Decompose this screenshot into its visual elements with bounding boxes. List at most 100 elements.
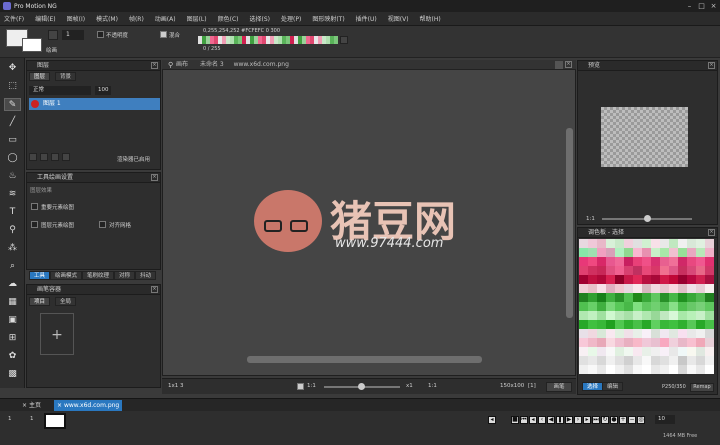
stop-icon[interactable]: ■ [511, 416, 519, 424]
palette-color-cell[interactable] [642, 338, 651, 347]
palette-color-cell[interactable] [696, 275, 705, 284]
palette-color-cell[interactable] [660, 275, 669, 284]
next-key-icon[interactable]: ▸ [583, 416, 591, 424]
palette-color-cell[interactable] [597, 266, 606, 275]
palette-color-cell[interactable] [660, 266, 669, 275]
palette-color-cell[interactable] [660, 248, 669, 257]
palette-color-cell[interactable] [579, 293, 588, 302]
palette-color-cell[interactable] [597, 347, 606, 356]
palette-color-cell[interactable] [615, 293, 624, 302]
palette-color-cell[interactable] [660, 239, 669, 248]
palette-color-cell[interactable] [588, 365, 597, 374]
palette-color-cell[interactable] [651, 293, 660, 302]
palette-color-cell[interactable] [687, 365, 696, 374]
palette-color-cell[interactable] [606, 257, 615, 266]
palette-color-cell[interactable] [660, 257, 669, 266]
palette-color-cell[interactable] [615, 338, 624, 347]
palette-color-cell[interactable] [579, 266, 588, 275]
move-tool-icon[interactable]: ✥ [4, 62, 21, 75]
palette-color-cell[interactable] [642, 302, 651, 311]
palette-color-cell[interactable] [642, 311, 651, 320]
palette-color-cell[interactable] [651, 302, 660, 311]
palette-color-cell[interactable] [669, 302, 678, 311]
palette-color-cell[interactable] [696, 356, 705, 365]
palette-color-cell[interactable] [606, 329, 615, 338]
palette-color-cell[interactable] [633, 239, 642, 248]
select-tool-icon[interactable]: ⬚ [4, 80, 21, 93]
palette-color-cell[interactable] [606, 284, 615, 293]
palette-color-cell[interactable] [579, 248, 588, 257]
palette-color-cell[interactable] [633, 365, 642, 374]
palette-color-cell[interactable] [579, 338, 588, 347]
palette-color-cell[interactable] [651, 239, 660, 248]
palette-color-cell[interactable] [633, 347, 642, 356]
palette-color-cell[interactable] [597, 275, 606, 284]
palette-color-cell[interactable] [597, 293, 606, 302]
palette-color-cell[interactable] [669, 320, 678, 329]
tab-background[interactable]: 背景 [55, 72, 77, 81]
palette-color-cell[interactable] [678, 284, 687, 293]
smudge-tool-icon[interactable]: ☁ [4, 278, 21, 291]
menu-view[interactable]: 视图(V) [388, 14, 409, 23]
palette-color-cell[interactable] [606, 347, 615, 356]
palette-color-cell[interactable] [624, 329, 633, 338]
palette-color-cell[interactable] [615, 347, 624, 356]
palette-color-cell[interactable] [678, 320, 687, 329]
palette-color-cell[interactable] [615, 320, 624, 329]
palette-color-cell[interactable] [588, 320, 597, 329]
palette-color-cell[interactable] [642, 365, 651, 374]
palette-color-cell[interactable] [705, 329, 714, 338]
palette-color-cell[interactable] [597, 320, 606, 329]
palette-color-cell[interactable] [660, 356, 669, 365]
palette-color-cell[interactable] [624, 365, 633, 374]
palette-color-cell[interactable] [705, 239, 714, 248]
palette-color-cell[interactable] [687, 275, 696, 284]
palette-color-cell[interactable] [696, 329, 705, 338]
palette-color-cell[interactable] [687, 257, 696, 266]
palette-color-cell[interactable] [624, 356, 633, 365]
palette-color-cell[interactable] [696, 311, 705, 320]
image-tool-icon[interactable]: ▩ [4, 368, 21, 381]
palette-color-cell[interactable] [606, 320, 615, 329]
palette-color-cell[interactable] [705, 266, 714, 275]
palette-color-cell[interactable] [696, 338, 705, 347]
preview-close-icon[interactable]: × [708, 62, 715, 69]
menu-animation[interactable]: 动画(A) [155, 14, 176, 23]
palette-color-cell[interactable] [696, 347, 705, 356]
palette-color-cell[interactable] [633, 311, 642, 320]
palette-color-cell[interactable] [624, 248, 633, 257]
palette-color-cell[interactable] [660, 329, 669, 338]
palette-color-cell[interactable] [588, 293, 597, 302]
palette-color-cell[interactable] [615, 329, 624, 338]
palette-color-cell[interactable] [579, 257, 588, 266]
palette-color-cell[interactable] [597, 311, 606, 320]
palette-color-cell[interactable] [651, 329, 660, 338]
palette-color-cell[interactable] [606, 365, 615, 374]
palette-color-cell[interactable] [642, 320, 651, 329]
canvas-folder-icon[interactable] [555, 61, 563, 69]
palette-color-cell[interactable] [669, 275, 678, 284]
palette-color-cell[interactable] [615, 302, 624, 311]
palette-color-cell[interactable] [687, 329, 696, 338]
palette-color-cell[interactable] [615, 257, 624, 266]
palette-color-cell[interactable] [642, 239, 651, 248]
minimize-icon[interactable]: – [684, 1, 695, 11]
palette-color-cell[interactable] [642, 347, 651, 356]
palette-color-cell[interactable] [687, 320, 696, 329]
palette-color-cell[interactable] [651, 365, 660, 374]
pin-icon[interactable]: ⚲ [168, 61, 174, 69]
menu-image[interactable]: 图帧(I) [67, 14, 85, 23]
palette-color-cell[interactable] [678, 248, 687, 257]
palette-color-cell[interactable] [624, 257, 633, 266]
palette-color-cell[interactable] [597, 356, 606, 365]
tab-brush-texture[interactable]: 笔刷纹理 [82, 271, 115, 280]
palette-color-cell[interactable] [678, 365, 687, 374]
text-tool-icon[interactable]: T [4, 206, 21, 219]
menu-file[interactable]: 文件(F) [4, 14, 24, 23]
palette-color-cell[interactable] [606, 356, 615, 365]
palette-color-cell[interactable] [588, 284, 597, 293]
palette-color-cell[interactable] [687, 338, 696, 347]
palette-color-cell[interactable] [588, 356, 597, 365]
palette-color-cell[interactable] [660, 302, 669, 311]
first-frame-icon[interactable]: ⏮ [520, 416, 528, 424]
